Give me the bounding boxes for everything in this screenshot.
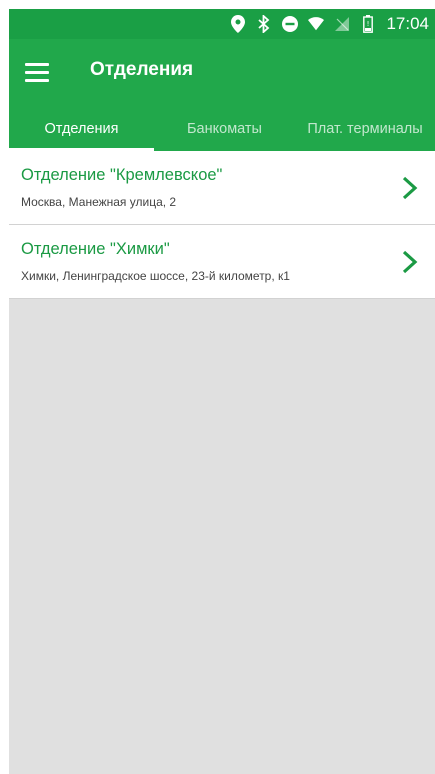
location-icon (230, 15, 246, 33)
app-frame: ! 17:04 Отделения Отделения Банкоматы Пл… (9, 9, 435, 774)
branch-item-kremlevskoe[interactable]: Отделение "Кремлевское" Москва, Манежная… (9, 151, 435, 225)
tab-bar: Отделения Банкоматы Плат. терминалы (9, 107, 435, 151)
status-bar: ! 17:04 (9, 9, 435, 39)
status-time: 17:04 (386, 14, 429, 33)
no-sim-icon (334, 15, 350, 33)
menu-button[interactable] (23, 57, 53, 87)
chevron-right-icon (402, 176, 418, 200)
branch-address: Москва, Манежная улица, 2 (21, 195, 177, 209)
branch-name: Отделение "Химки" (21, 240, 170, 258)
tab-atms[interactable]: Банкоматы (154, 107, 295, 151)
tab-payment-terminals[interactable]: Плат. терминалы (295, 107, 435, 151)
chevron-right-icon (402, 250, 418, 274)
branch-item-khimki[interactable]: Отделение "Химки" Химки, Ленинградское ш… (9, 225, 435, 299)
app-bar: Отделения (9, 39, 435, 107)
svg-text:!: ! (367, 20, 370, 28)
do-not-disturb-icon (282, 15, 299, 33)
page-title: Отделения (90, 59, 194, 80)
hamburger-icon (25, 63, 49, 66)
branch-name: Отделение "Кремлевское" (21, 166, 223, 184)
wifi-icon (308, 15, 325, 33)
tab-branches[interactable]: Отделения (9, 107, 154, 151)
branch-address: Химки, Ленинградское шоссе, 23-й километ… (21, 269, 290, 283)
branch-list: Отделение "Кремлевское" Москва, Манежная… (9, 151, 435, 299)
bluetooth-icon (256, 15, 272, 33)
battery-icon: ! (360, 15, 376, 33)
